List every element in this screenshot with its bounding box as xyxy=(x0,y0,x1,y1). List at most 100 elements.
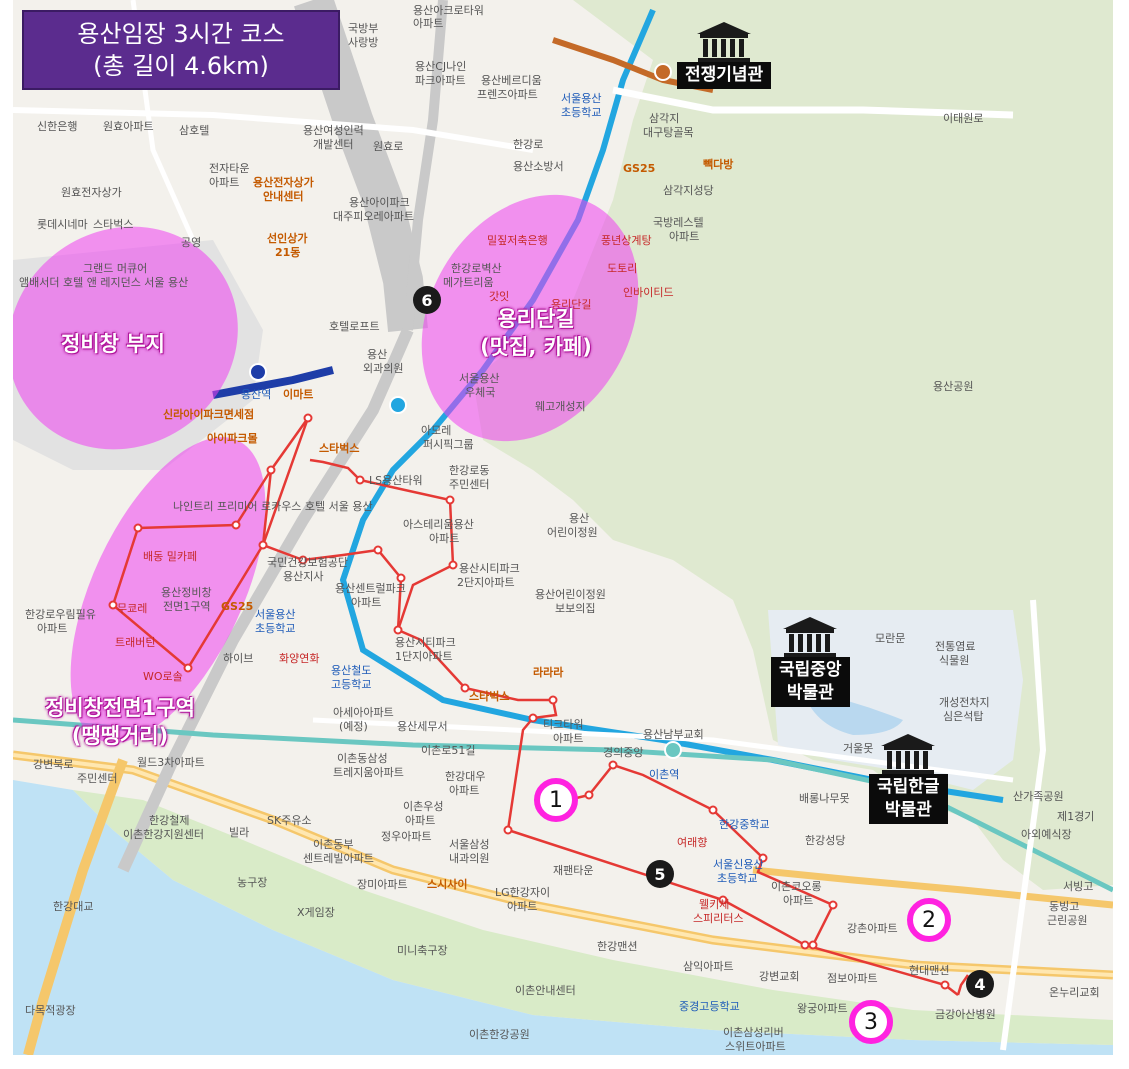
poi-label: 점보아파트 xyxy=(827,972,878,985)
poi-label: 국민건강보험공단 xyxy=(267,556,348,569)
poi-label: 이마트 xyxy=(283,388,314,401)
poi-label: 용산공원 xyxy=(933,380,974,393)
zone-label-depot: 정비창 부지 xyxy=(61,332,165,356)
poi-label: 식물원 xyxy=(939,654,970,667)
poi-label: 나인트리 프리미어 로카우스 호텔 서울 용산 xyxy=(173,500,373,513)
poi-label: 안내센터 xyxy=(263,190,304,203)
poi-label: 강변북로 xyxy=(33,758,74,771)
poi-label: 개성전차지 xyxy=(939,696,990,709)
poi-label: 한강맨션 xyxy=(597,940,638,953)
landmark-hangeul-museum[interactable]: 국립한글 박물관 xyxy=(869,732,948,824)
marker-6[interactable]: 6 xyxy=(413,286,441,314)
poi-label: 왕궁아파트 xyxy=(797,1002,848,1015)
poi-label: 신라아이파크면세점 xyxy=(163,408,255,421)
poi-label: SK주유소 xyxy=(267,814,312,827)
poi-label: 사랑방 xyxy=(348,36,379,49)
poi-label: 아파트 xyxy=(507,900,538,913)
poi-label: 도토리 xyxy=(607,262,638,275)
poi-label: 재팬타운 xyxy=(553,864,594,877)
poi-label: 웨고개성지 xyxy=(535,400,586,413)
poi-label: 용산 xyxy=(367,348,388,361)
poi-label: 대구탕골목 xyxy=(643,126,694,139)
poi-label: 심은석탑 xyxy=(943,710,984,723)
poi-label: 산가족공원 xyxy=(1013,790,1064,803)
poi-label: 빽다방 xyxy=(703,158,734,171)
poi-label: 근린공원 xyxy=(1047,914,1088,927)
poi-label: 현대맨션 xyxy=(909,964,950,977)
poi-label: 용산어린이정원 xyxy=(535,588,606,601)
poi-label: 용산지사 xyxy=(283,570,324,583)
poi-label: 원효아파트 xyxy=(103,120,154,133)
poi-label: 아모레 xyxy=(421,424,452,437)
poi-label: 한강로동 xyxy=(449,464,490,477)
poi-label: 한강대우 xyxy=(445,770,486,783)
zone-label-redevelop-line2: (땡땡거리) xyxy=(71,724,169,748)
poi-label: 다목적광장 xyxy=(25,1004,76,1017)
poi-label: 용산시티파크 xyxy=(459,562,520,575)
poi-label: 스위트아파트 xyxy=(725,1040,786,1053)
poi-label: 아파트 xyxy=(429,532,460,545)
poi-label: 서울용산 xyxy=(459,372,500,385)
poi-label: 삼각지성당 xyxy=(663,184,714,197)
poi-label: 아파트 xyxy=(413,17,444,30)
poi-label: 배롱나무못 xyxy=(799,792,850,805)
poi-label: 우체국 xyxy=(465,386,496,399)
poi-label: 한강로우림필유 xyxy=(25,608,96,621)
poi-label: 갓잇 xyxy=(489,290,510,303)
poi-label: 주민센터 xyxy=(449,478,490,491)
poi-label: 한강로벽산 xyxy=(451,262,502,275)
poi-label: 강변교회 xyxy=(759,970,800,983)
landmark-label-line1: 국립한글 xyxy=(877,777,940,797)
poi-label: 아파트 xyxy=(669,230,700,243)
poi-label: 아파트 xyxy=(37,622,68,635)
poi-label: 외과의원 xyxy=(363,362,404,375)
poi-label: 아외예식장 xyxy=(1021,828,1072,841)
zone-label-yongridan-line1: 용리단길 xyxy=(497,307,575,331)
poi-label: 인바이티드 xyxy=(623,286,674,299)
poi-label: 초등학교 xyxy=(717,872,758,885)
poi-label: 용산여성인력 xyxy=(303,124,364,137)
map-canvas[interactable]: 용산아크로타워 아파트 국방부 사랑방 신한은행 원효아파트 삼호텔 용산여성인… xyxy=(13,0,1113,1055)
landmark-war-memorial[interactable]: 전쟁기념관 xyxy=(677,20,772,89)
poi-label: 이촌동부 xyxy=(313,838,354,851)
marker-3[interactable]: 3 xyxy=(849,1000,893,1044)
poi-label: 서울용산 xyxy=(561,92,602,105)
poi-label: LG한강자이 xyxy=(495,886,551,899)
poi-label: 용산센트럴파크 xyxy=(335,582,406,595)
poi-label: 정우아파트 xyxy=(381,830,432,843)
poi-label: 트레지움아파트 xyxy=(333,766,404,779)
museum-building-icon xyxy=(881,734,936,775)
poi-label: 21동 xyxy=(275,246,301,259)
marker-4[interactable]: 4 xyxy=(966,970,994,998)
poi-label: 메가트리움 xyxy=(443,276,494,289)
marker-2[interactable]: 2 xyxy=(907,898,951,942)
poi-label: 전면1구역 xyxy=(163,600,211,613)
poi-label: 아파트 xyxy=(351,596,382,609)
poi-label: 선인상가 xyxy=(267,232,308,245)
poi-label: 서울삼성 xyxy=(449,838,490,851)
poi-label: 이촌우성 xyxy=(403,800,444,813)
course-length: (총 길이 4.6km) xyxy=(93,52,269,80)
poi-label: 삼호텔 xyxy=(179,124,210,137)
poi-label: 장미아파트 xyxy=(357,878,408,891)
poi-label: 빌라 xyxy=(229,826,250,839)
marker-1[interactable]: 1 xyxy=(534,778,578,822)
course-title: 용산임장 3시간 코스 xyxy=(77,20,285,48)
landmark-national-museum[interactable]: 국립중앙 박물관 xyxy=(771,615,850,707)
poi-label: WO로솔 xyxy=(143,670,183,683)
poi-label: 주민센터 xyxy=(77,772,118,785)
poi-label: 무쿄레 xyxy=(117,602,148,615)
poi-label: 아파트 xyxy=(209,176,240,189)
marker-5[interactable]: 5 xyxy=(646,860,674,888)
station-yongsan-marker xyxy=(249,363,267,381)
poi-label: 한강중학교 xyxy=(719,818,770,831)
poi-label: 아스테리움용산 xyxy=(403,518,474,531)
poi-label: 이촌한강공원 xyxy=(469,1028,530,1041)
poi-label: 용산역 xyxy=(241,388,272,401)
poi-label: 삼각지 xyxy=(649,112,680,125)
poi-label: 앰배서더 호텔 앤 레지던스 서울 용산 xyxy=(19,276,189,289)
poi-label: 파크아파트 xyxy=(415,74,466,87)
poi-label: 온누리교회 xyxy=(1049,986,1100,999)
poi-label: 퍼시픽그룹 xyxy=(423,438,474,451)
poi-label: 한강성당 xyxy=(805,834,846,847)
